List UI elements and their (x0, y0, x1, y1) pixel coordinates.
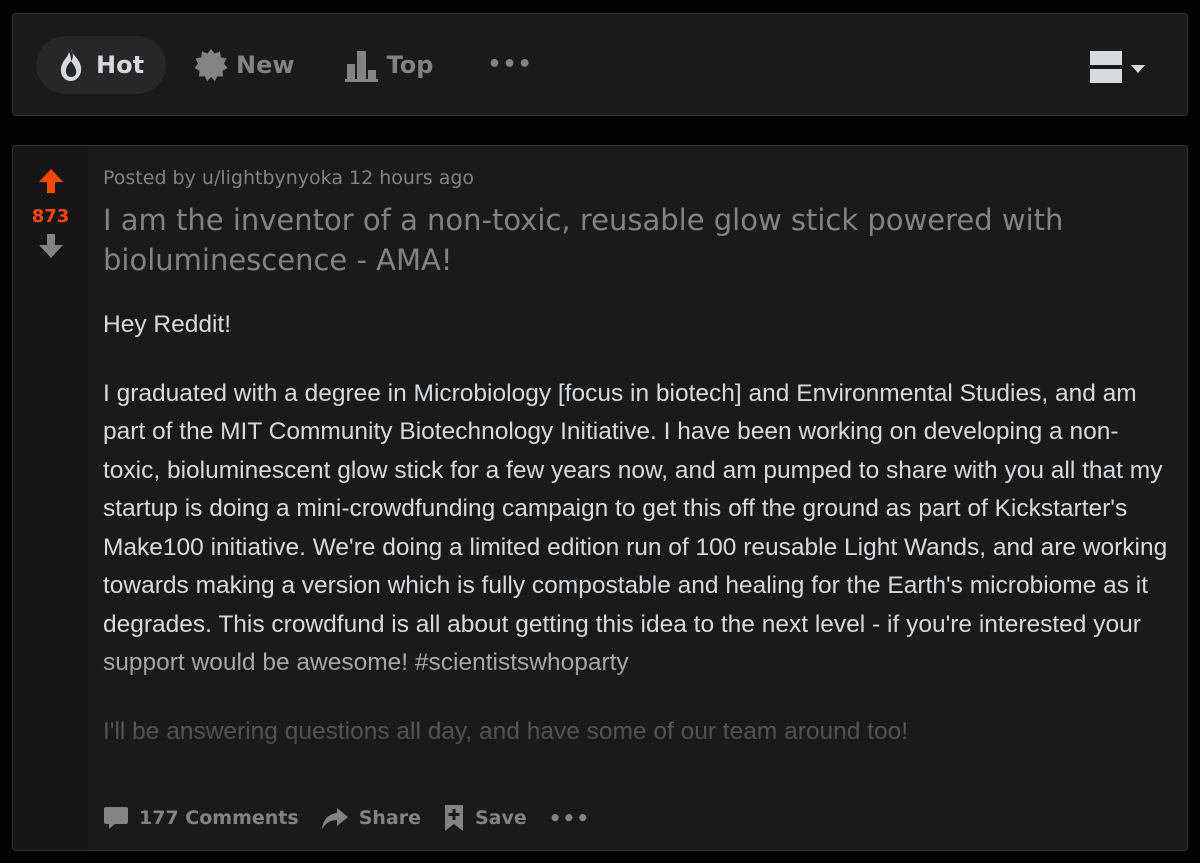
share-button[interactable]: Share (321, 806, 421, 830)
post-timestamp[interactable]: 12 hours ago (349, 167, 474, 189)
flame-icon (54, 48, 88, 82)
post-more-button[interactable]: ••• (549, 806, 590, 830)
chevron-down-icon (1131, 65, 1145, 73)
card-view-icon (1089, 50, 1123, 88)
share-label: Share (358, 807, 421, 829)
vote-column: 873 (13, 146, 88, 850)
sort-bar: Hot New Top ••• (12, 13, 1188, 116)
comments-button[interactable]: 177 Comments (103, 805, 299, 831)
share-icon (321, 806, 349, 830)
post-body-paragraph: I graduated with a degree in Microbiolog… (103, 379, 1168, 677)
view-toggle-button[interactable] (1089, 50, 1145, 88)
comment-icon (103, 805, 129, 831)
bookmark-plus-icon (443, 804, 465, 832)
post-title[interactable]: I am the inventor of a non-toxic, reusab… (103, 200, 1171, 280)
sort-new-button[interactable]: New (176, 36, 317, 94)
post-body-paragraph: I'll be answering questions all day, and… (103, 717, 909, 745)
badge-icon (194, 48, 228, 82)
posted-by-label: Posted by (103, 167, 196, 189)
sort-top-label: Top (386, 50, 434, 79)
sort-hot-button[interactable]: Hot (36, 35, 167, 94)
comments-label: 177 Comments (139, 807, 299, 829)
save-button[interactable]: Save (443, 804, 527, 832)
bar-chart-icon (344, 48, 379, 82)
post-body: Hey Reddit! I graduated with a degree in… (103, 306, 1171, 784)
post-card[interactable]: 873 Posted by u/lightbynyoka 12 hours ag… (12, 145, 1188, 851)
post-body-paragraph: Hey Reddit! (103, 311, 232, 338)
downvote-arrow-icon[interactable] (38, 233, 64, 263)
upvote-arrow-icon[interactable] (38, 168, 64, 198)
author-link[interactable]: u/lightbynyoka (202, 167, 343, 189)
post-meta: Posted by u/lightbynyoka 12 hours ago (103, 164, 1171, 192)
sort-new-label: New (236, 50, 295, 79)
vote-count: 873 (31, 206, 70, 227)
sort-top-button[interactable]: Top (327, 36, 456, 94)
sort-more-button[interactable]: ••• (487, 52, 532, 77)
save-label: Save (474, 807, 527, 829)
post-content: Posted by u/lightbynyoka 12 hours ago I … (103, 164, 1171, 784)
sort-hot-label: Hot (96, 50, 145, 79)
post-actions: 177 Comments Share Save ••• (103, 798, 590, 838)
